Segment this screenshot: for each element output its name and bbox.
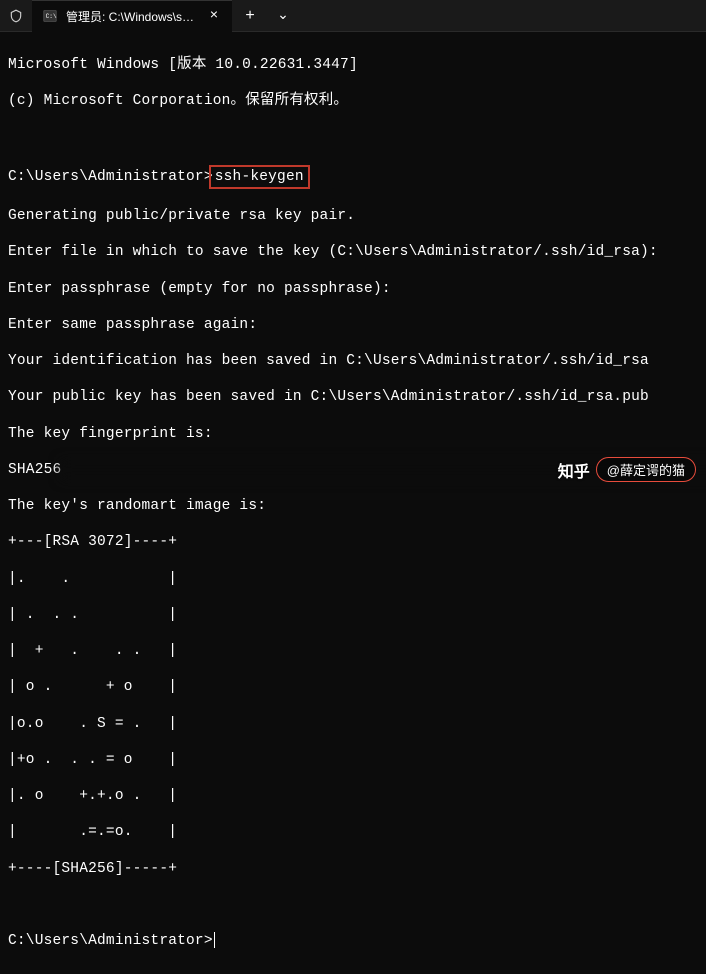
randomart-line: | + . . . | <box>8 642 698 660</box>
sha-label: SHA256 <box>8 462 61 478</box>
prompt-path: C:\Users\Administrator> <box>8 169 213 185</box>
output-blank <box>8 896 698 914</box>
tab-title: 管理员: C:\Windows\system32 <box>66 8 198 25</box>
output-line: Your identification has been saved in C:… <box>8 352 698 370</box>
randomart-line: +---[RSA 3072]----+ <box>8 533 698 551</box>
randomart-line: | o . + o | <box>8 678 698 696</box>
zhihu-logo: 知乎 <box>558 458 590 482</box>
output-line: (c) Microsoft Corporation。保留所有权利。 <box>8 92 698 110</box>
svg-text:C:\: C:\ <box>46 13 57 20</box>
text-cursor <box>214 932 215 948</box>
prompt-path: C:\Users\Administrator> <box>8 933 213 949</box>
output-line: Enter same passphrase again: <box>8 316 698 334</box>
randomart-line: | . . . | <box>8 606 698 624</box>
prompt-line: C:\Users\Administrator> <box>8 932 698 950</box>
watermark: 知乎 @薛定谔的猫 <box>558 457 696 482</box>
app-shield-icon <box>0 0 32 32</box>
randomart-line: +----[SHA256]-----+ <box>8 860 698 878</box>
terminal-output[interactable]: Microsoft Windows [版本 10.0.22631.3447] (… <box>0 32 706 974</box>
output-line: Your public key has been saved in C:\Use… <box>8 388 698 406</box>
highlighted-command: ssh-keygen <box>209 165 310 189</box>
terminal-tab[interactable]: C:\ 管理员: C:\Windows\system32 × <box>32 0 232 32</box>
output-line: The key fingerprint is: <box>8 425 698 443</box>
author-badge: @薛定谔的猫 <box>596 457 696 482</box>
titlebar: C:\ 管理员: C:\Windows\system32 × + ⌄ <box>0 0 706 32</box>
output-line: Enter file in which to save the key (C:\… <box>8 243 698 261</box>
output-line: Microsoft Windows [版本 10.0.22631.3447] <box>8 56 698 74</box>
output-line: Generating public/private rsa key pair. <box>8 207 698 225</box>
new-tab-button[interactable]: + <box>232 0 268 32</box>
randomart-line: | .=.=o. | <box>8 823 698 841</box>
tab-dropdown-button[interactable]: ⌄ <box>268 0 298 32</box>
output-line: Enter passphrase (empty for no passphras… <box>8 280 698 298</box>
randomart-line: |. o +.+.o . | <box>8 787 698 805</box>
output-blank <box>8 129 698 147</box>
cmd-icon: C:\ <box>42 8 58 24</box>
randomart-line: |. . | <box>8 570 698 588</box>
randomart-line: |+o . . . = o | <box>8 751 698 769</box>
randomart-line: |o.o . S = . | <box>8 715 698 733</box>
tab-close-button[interactable]: × <box>206 8 222 24</box>
prompt-line: C:\Users\Administrator>ssh-keygen <box>8 165 698 189</box>
